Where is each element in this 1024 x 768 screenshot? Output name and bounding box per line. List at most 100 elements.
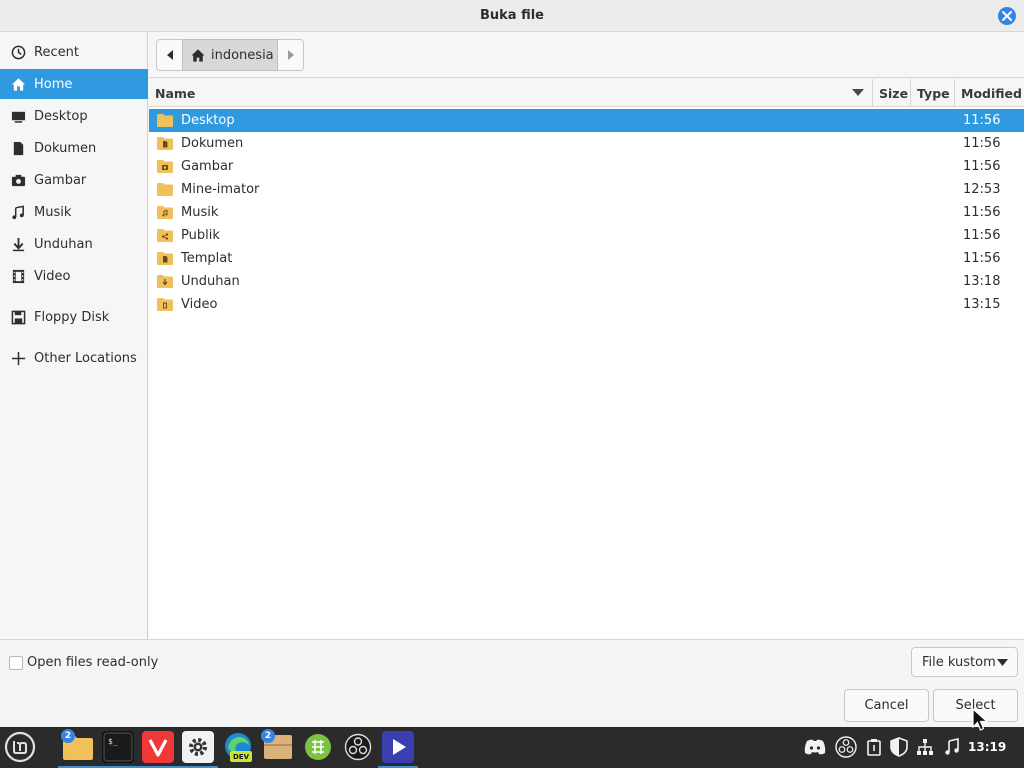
sidebar-item-label: Home [34,76,73,92]
sort-descending-icon [852,89,864,96]
discord-tray[interactable] [803,735,827,759]
clipboard-tray[interactable] [862,735,886,759]
file-name: Musik [181,205,219,220]
sidebar-item-recent[interactable]: Recent [0,37,148,67]
file-name: Templat [181,251,233,266]
home-icon [191,48,205,62]
file-modified: 11:56 [963,136,1001,151]
file-modified: 12:53 [963,182,1001,197]
file-row[interactable]: Templat 11:56 [149,247,1024,270]
file-filter-label: File kustom [922,654,996,670]
cancel-button[interactable]: Cancel [844,689,929,722]
update-shield-tray[interactable] [887,735,911,759]
close-button[interactable] [998,7,1016,25]
file-name: Desktop [181,113,235,128]
obs-tray[interactable] [834,735,858,759]
shield-icon [890,737,908,757]
sidebar-item-gambar[interactable]: Gambar [0,165,148,195]
mouse-cursor-icon [972,708,989,731]
clock[interactable]: 13:19 [968,740,1006,754]
places-sidebar: Recent Home Desktop Dokumen Gambar Musik [0,32,148,639]
column-header-type[interactable]: Type [911,79,955,107]
download-icon [10,236,26,252]
path-back-button[interactable] [156,39,182,71]
sidebar-item-other-locations[interactable]: Other Locations [0,343,148,373]
file-row[interactable]: Desktop 11:56 [149,109,1024,132]
file-modified: 11:56 [963,159,1001,174]
sidebar-item-label: Dokumen [34,140,97,156]
sidebar-item-label: Other Locations [34,350,137,366]
taskbar-calc[interactable] [302,731,334,763]
camera-icon [10,172,26,188]
file-row[interactable]: Unduhan 13:18 [149,270,1024,293]
sidebar-item-unduhan[interactable]: Unduhan [0,229,148,259]
sidebar-item-musik[interactable]: Musik [0,197,148,227]
home-icon [10,76,26,92]
file-name: Video [181,297,218,312]
file-row[interactable]: Publik 11:56 [149,224,1024,247]
mint-logo-icon [4,731,36,763]
terminal-icon: $_ [103,732,133,762]
folder-documents-icon [157,137,173,150]
folder-desktop-icon [157,114,173,127]
vivaldi-icon [148,739,168,757]
file-row[interactable]: Video 13:15 [149,293,1024,316]
readonly-option[interactable]: Open files read-only [9,655,158,670]
sidebar-item-label: Desktop [34,108,88,124]
sidebar-item-label: Gambar [34,172,87,188]
file-name: Publik [181,228,220,243]
chevron-down-icon [997,659,1008,666]
readonly-label: Open files read-only [27,655,159,670]
path-crumb-home[interactable]: indonesia [182,39,278,71]
file-row[interactable]: Mine-imator 12:53 [149,178,1024,201]
taskbar-media-player[interactable] [382,731,414,763]
column-header-size[interactable]: Size [873,79,911,107]
file-row[interactable]: Gambar 11:56 [149,155,1024,178]
network-tray[interactable] [913,735,937,759]
file-modified: 13:15 [963,297,1001,312]
file-name: Gambar [181,159,234,174]
folder-pictures-icon [157,160,173,173]
file-row[interactable]: Musik 11:56 [149,201,1024,224]
sidebar-item-desktop[interactable]: Desktop [0,101,148,131]
column-header-modified[interactable]: Modified [955,79,1024,107]
file-modified: 11:56 [963,113,1001,128]
file-modified: 11:56 [963,205,1001,220]
floppy-icon [10,309,26,325]
window-title: Buka file [479,8,545,23]
menu-button[interactable] [4,731,36,763]
obs-icon [835,736,857,758]
plus-icon [10,350,26,366]
chevron-left-icon [166,50,173,60]
sidebar-item-video[interactable]: Video [0,261,148,291]
folder-videos-icon [157,298,173,311]
column-header-name[interactable]: Name [149,79,873,107]
gear-icon [189,738,207,756]
file-modified: 11:56 [963,251,1001,266]
sidebar-item-home[interactable]: Home [0,69,148,99]
sidebar-item-floppy-disk[interactable]: Floppy Disk [0,302,148,332]
dialog-footer: Open files read-only File kustom Cancel … [0,639,1024,727]
file-modified: 13:18 [963,274,1001,289]
sidebar-item-label: Video [34,268,71,284]
sidebar-item-dokumen[interactable]: Dokumen [0,133,148,163]
music-note-icon [945,738,959,755]
sidebar-item-label: Unduhan [34,236,93,252]
file-row[interactable]: Dokumen 11:56 [149,132,1024,155]
readonly-checkbox[interactable] [9,655,23,670]
spreadsheet-icon [305,734,331,760]
file-filter-dropdown[interactable]: File kustom [911,647,1018,677]
path-bar: indonesia [149,32,1024,78]
sidebar-item-label: Floppy Disk [34,309,110,325]
taskbar-settings[interactable] [182,731,214,763]
taskbar-obs[interactable] [342,731,374,763]
clipboard-icon [867,739,881,756]
column-header-label: Name [155,85,196,101]
file-name: Mine-imator [181,182,260,197]
document-icon [10,140,26,156]
taskbar-vivaldi[interactable] [142,731,174,763]
taskbar-terminal[interactable]: $_ [102,731,134,763]
sound-tray[interactable] [940,735,964,759]
discord-icon [804,739,826,755]
path-forward-button[interactable] [278,39,304,71]
